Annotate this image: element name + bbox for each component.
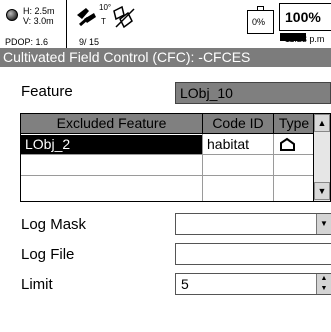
log-file-field[interactable]	[175, 243, 331, 265]
pdop-value: PDOP: 1.6	[5, 37, 49, 47]
row-feature-cell	[21, 156, 202, 175]
table-row[interactable]	[21, 156, 314, 176]
column-divider	[273, 134, 274, 201]
area-polygon-icon	[280, 137, 295, 151]
row-code-cell: habitat	[207, 136, 250, 152]
limit-value: 5	[181, 276, 189, 292]
row-type-cell	[274, 135, 314, 154]
table-row[interactable]: LObj_2 habitat	[21, 135, 314, 155]
header-divider	[202, 114, 203, 134]
signal-off-icon	[113, 5, 135, 29]
satellite-panel[interactable]: 10° T 9/ 15	[67, 0, 111, 48]
row-feature-cell	[21, 177, 202, 196]
row-code-cell	[203, 177, 273, 196]
gps-status-icon	[6, 9, 18, 21]
log-mask-dropdown[interactable]: ▼	[175, 213, 331, 235]
clock[interactable]: 11:23 p.m	[279, 31, 331, 45]
row-code-cell	[203, 156, 273, 175]
row-feature-cell: LObj_2	[21, 135, 202, 154]
scroll-up-icon[interactable]: ▲	[314, 114, 330, 132]
status-bar: H: 2.5m V: 3.0m PDOP: 1.6 10° T 9/ 15 0%…	[0, 0, 331, 48]
battery-small-pct: 0%	[252, 17, 266, 27]
v-precision: V: 3.0m	[23, 16, 54, 26]
excluded-features-table: Excluded Feature Code ID Type LObj_2 hab…	[20, 113, 331, 202]
satellite-icon	[77, 8, 96, 27]
limit-label: Limit	[21, 276, 53, 293]
feature-field[interactable]: LObj_10	[175, 82, 331, 104]
table-row[interactable]	[21, 177, 314, 197]
gps-precision-panel[interactable]: H: 2.5m V: 3.0m PDOP: 1.6	[0, 0, 67, 48]
log-mask-label: Log Mask	[21, 216, 87, 233]
table-scrollbar[interactable]: ▲ ▼	[313, 114, 330, 201]
signal-panel[interactable]	[110, 0, 139, 48]
column-header-excluded-feature[interactable]: Excluded Feature	[21, 114, 202, 133]
scroll-down-icon[interactable]: ▼	[314, 182, 330, 200]
form-title: Cultivated Field Control (CFC): -CFCES	[0, 48, 331, 67]
h-precision: H: 2.5m	[23, 6, 55, 16]
limit-stepper[interactable]: 5 ▲ ▼	[175, 273, 331, 295]
decrement-icon[interactable]: ▼	[316, 284, 331, 294]
column-divider	[202, 134, 203, 201]
tracking-indicator: T	[101, 17, 106, 26]
battery-small-icon[interactable]: 0%	[247, 10, 274, 34]
header-divider	[273, 114, 274, 134]
chevron-down-icon[interactable]: ▼	[316, 214, 331, 234]
increment-icon[interactable]: ▲	[316, 274, 331, 284]
column-header-code-id[interactable]: Code ID	[203, 114, 273, 133]
feature-label: Feature	[21, 83, 73, 100]
log-file-label: Log File	[21, 246, 75, 263]
satellite-count: 9/ 15	[79, 37, 100, 47]
table-header: Excluded Feature Code ID Type	[21, 114, 314, 134]
battery-percent[interactable]: 100%	[279, 3, 331, 31]
time-text: 11:23 p.m	[285, 34, 325, 44]
column-header-type[interactable]: Type	[274, 114, 314, 133]
